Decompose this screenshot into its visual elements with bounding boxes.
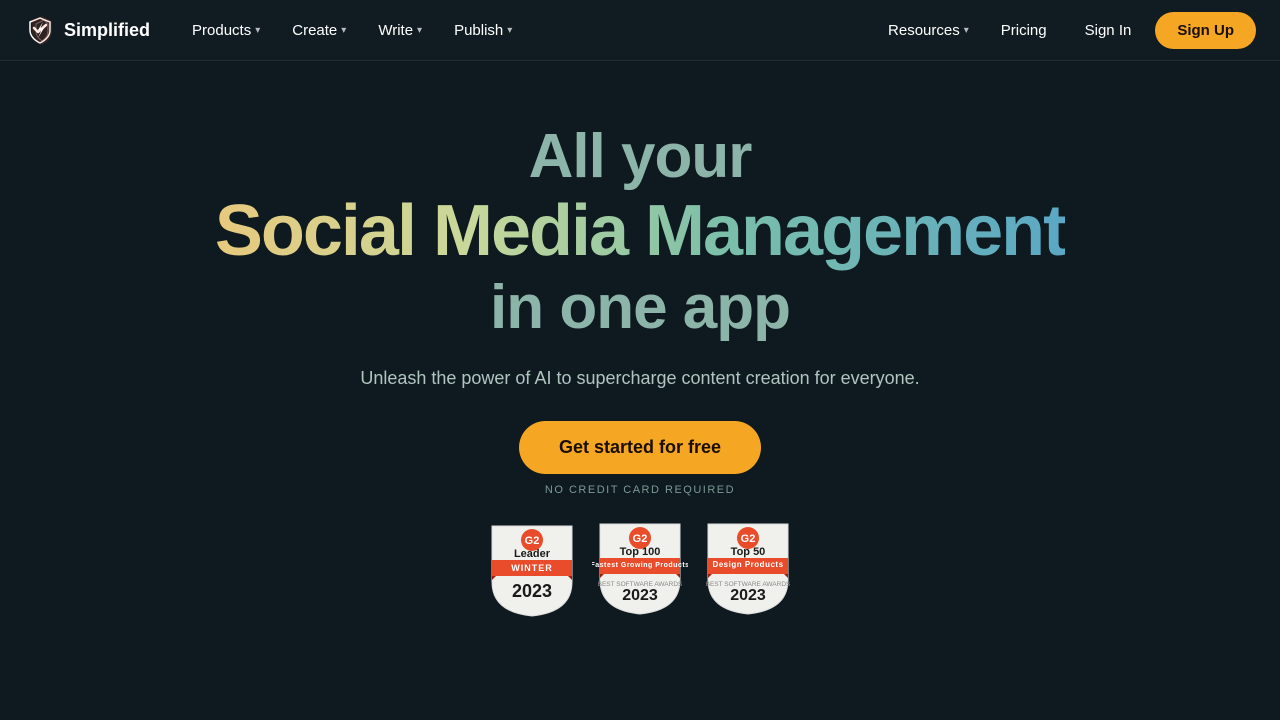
svg-text:Top 100: Top 100	[620, 546, 661, 558]
svg-text:G2: G2	[525, 535, 540, 547]
nav-products[interactable]: Products ▾	[178, 14, 274, 47]
svg-text:Fastest Growing Products: Fastest Growing Products	[592, 562, 688, 569]
nav-write[interactable]: Write ▾	[364, 14, 436, 47]
badge-leader-shield: G2 WINTER Leader 2023	[484, 522, 580, 618]
navbar: Simplified Products ▾ Create ▾ Write ▾ P…	[0, 0, 1280, 61]
badge-top100: G2 Fastest Growing Products Top 100 BEST…	[592, 520, 688, 621]
svg-text:Top 50: Top 50	[731, 546, 766, 558]
sign-up-button[interactable]: Sign Up	[1155, 12, 1256, 49]
nav-resources[interactable]: Resources ▾	[874, 14, 983, 47]
chevron-down-icon: ▾	[507, 25, 512, 36]
svg-text:2023: 2023	[622, 587, 658, 604]
sign-in-button[interactable]: Sign In	[1065, 14, 1152, 47]
chevron-down-icon: ▾	[341, 25, 346, 36]
badge-leader: G2 WINTER Leader 2023	[484, 522, 580, 618]
svg-text:Design Products: Design Products	[712, 560, 783, 569]
badge-top50-shield: G2 Design Products Top 50 BEST SOFTWARE …	[700, 520, 796, 616]
logo-link[interactable]: Simplified	[24, 14, 150, 46]
chevron-down-icon: ▾	[255, 25, 260, 36]
svg-text:G2: G2	[741, 533, 756, 545]
nav-pricing[interactable]: Pricing	[987, 14, 1061, 47]
hero-line2: Social Media Management	[215, 192, 1065, 271]
award-badges: G2 WINTER Leader 2023 G2 Fastes	[484, 520, 796, 621]
badge-top50: G2 Design Products Top 50 BEST SOFTWARE …	[700, 520, 796, 621]
nav-left-items: Products ▾ Create ▾ Write ▾ Publish ▾	[178, 14, 874, 47]
svg-text:2023: 2023	[730, 587, 766, 604]
logo-text: Simplified	[64, 20, 150, 41]
svg-text:2023: 2023	[512, 581, 552, 601]
nav-right-items: Resources ▾ Pricing Sign In Sign Up	[874, 12, 1256, 49]
get-started-button[interactable]: Get started for free	[519, 421, 761, 474]
no-credit-card-text: NO CREDIT CARD REQUIRED	[545, 484, 735, 496]
logo-icon	[24, 14, 56, 46]
chevron-down-icon: ▾	[417, 25, 422, 36]
hero-line3: in one app	[490, 271, 790, 345]
chevron-down-icon: ▾	[964, 25, 969, 36]
hero-line1: All your	[529, 121, 752, 192]
svg-text:WINTER: WINTER	[511, 563, 553, 573]
svg-text:G2: G2	[633, 533, 648, 545]
badge-top100-shield: G2 Fastest Growing Products Top 100 BEST…	[592, 520, 688, 616]
nav-publish[interactable]: Publish ▾	[440, 14, 526, 47]
svg-text:Leader: Leader	[514, 548, 551, 560]
nav-create[interactable]: Create ▾	[278, 14, 360, 47]
hero-section: All your Social Media Management in one …	[0, 61, 1280, 621]
hero-subtitle: Unleash the power of AI to supercharge c…	[360, 368, 919, 389]
